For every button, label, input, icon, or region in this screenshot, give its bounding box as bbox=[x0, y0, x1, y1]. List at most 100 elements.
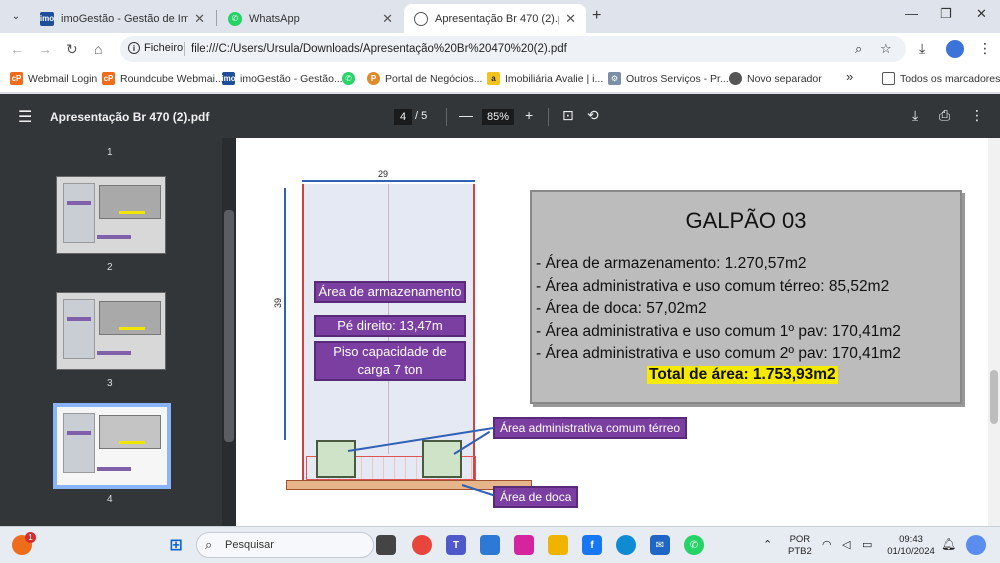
bookmark-star-icon[interactable]: ☆ bbox=[880, 41, 892, 57]
width-dimension-line bbox=[302, 180, 475, 182]
clock[interactable]: 09:43 01/10/2024 bbox=[884, 534, 938, 558]
globe-icon bbox=[729, 72, 742, 85]
minimize-button[interactable]: — bbox=[905, 6, 918, 21]
keyboard-label: PTB2 bbox=[788, 546, 812, 557]
page-number-input[interactable]: 4 bbox=[394, 109, 412, 125]
volume-icon[interactable]: ◁ bbox=[842, 539, 850, 551]
instagram-icon[interactable] bbox=[514, 535, 534, 555]
bookmark-portal[interactable]: P Portal de Negócios... bbox=[367, 72, 482, 85]
zoom-in-button[interactable]: + bbox=[525, 107, 533, 123]
copilot-icon[interactable] bbox=[966, 535, 986, 555]
snipping-tool-icon[interactable] bbox=[480, 535, 500, 555]
language-label: POR bbox=[789, 534, 811, 545]
bookmark-whatsapp[interactable]: ✆ bbox=[342, 72, 360, 85]
thumbnail-plan bbox=[63, 299, 95, 359]
site-info-button[interactable]: i Ficheiro bbox=[128, 42, 183, 54]
page-total: / 5 bbox=[415, 110, 428, 122]
more-menu-icon[interactable]: ⋮ bbox=[978, 40, 992, 57]
info-line: - Área de doca: 57,02m2 bbox=[536, 300, 707, 317]
taskbar-search[interactable]: ⌕ Pesquisar bbox=[196, 532, 374, 558]
address-bar[interactable]: i Ficheiro file:///C:/Users/Ursula/Downl… bbox=[120, 36, 906, 62]
notifications-bell-icon[interactable]: 🔔︎ bbox=[941, 538, 956, 550]
viewer-scrollbar-thumb[interactable] bbox=[990, 370, 998, 424]
thumbnail-label bbox=[97, 351, 131, 355]
tab-imogestao[interactable]: imo imoGestão - Gestão de Imobiliária ✕ bbox=[30, 4, 215, 33]
zoom-out-button[interactable]: — bbox=[459, 107, 473, 123]
url-text[interactable]: file:///C:/Users/Ursula/Downloads/Aprese… bbox=[191, 43, 567, 55]
close-icon[interactable]: ✕ bbox=[565, 11, 576, 27]
restore-button[interactable]: ❐ bbox=[940, 6, 952, 22]
edge-icon[interactable] bbox=[616, 535, 636, 555]
file-explorer-icon[interactable] bbox=[548, 535, 568, 555]
bookmarks-bar: cP Webmail Login cP Roundcube Webmai... … bbox=[0, 65, 1000, 93]
language-indicator[interactable]: POR PTB2 bbox=[788, 534, 812, 558]
tab-pdf[interactable]: Apresentação Br 470 (2).pdf ✕ bbox=[404, 4, 586, 33]
toolbar-divider bbox=[446, 108, 447, 126]
new-tab-button[interactable]: + bbox=[592, 7, 601, 25]
show-hidden-icons[interactable]: ⌃ bbox=[763, 539, 772, 551]
bookmark-novo-separador[interactable]: Novo separador bbox=[729, 72, 822, 85]
thumbnail-label bbox=[67, 431, 91, 435]
thumbnail-page-4[interactable] bbox=[53, 403, 171, 489]
bookmark-imogestao[interactable]: imo imoGestão - Gestão... bbox=[221, 72, 343, 85]
thumbnail-page-3[interactable] bbox=[56, 292, 166, 370]
thumbnail-sidebar: 1 2 3 4 bbox=[0, 138, 222, 526]
facebook-icon[interactable]: f bbox=[582, 535, 602, 555]
sidebar-scrollbar-thumb[interactable] bbox=[224, 210, 234, 442]
all-bookmarks-button[interactable]: Todos os marcadores bbox=[882, 72, 1000, 85]
zoom-level-input[interactable]: 85% bbox=[482, 109, 514, 125]
tab-title: WhatsApp bbox=[249, 12, 300, 25]
rotate-icon[interactable]: ⟲ bbox=[587, 107, 599, 124]
reload-button[interactable]: ↻ bbox=[66, 41, 78, 58]
pdf-more-icon[interactable]: ⋮ bbox=[970, 107, 984, 124]
viewer-scrollbar[interactable] bbox=[988, 138, 1000, 526]
thumbnail-label bbox=[97, 235, 131, 239]
bookmark-label: Outros Serviços - Pr... bbox=[626, 72, 729, 85]
download-icon[interactable]: ⤓ bbox=[912, 107, 918, 124]
back-button[interactable]: ← bbox=[10, 41, 24, 57]
whatsapp-icon[interactable]: ✆ bbox=[684, 535, 704, 555]
portal-icon: P bbox=[367, 72, 380, 85]
tab-whatsapp[interactable]: ✆ WhatsApp ✕ bbox=[218, 4, 403, 33]
pdf-menu-button[interactable]: ☰ bbox=[18, 107, 32, 127]
teams-icon[interactable]: T bbox=[446, 535, 466, 555]
bookmark-webmail[interactable]: cP Webmail Login bbox=[10, 72, 97, 85]
toolbar-divider bbox=[548, 108, 549, 126]
tab-search-button[interactable]: ⌄ bbox=[6, 6, 26, 26]
office-block-left bbox=[316, 440, 356, 478]
chrome-icon[interactable] bbox=[412, 535, 432, 555]
storage-area-label: Área de armazenamento bbox=[314, 281, 466, 303]
battery-icon[interactable]: ▭ bbox=[862, 539, 872, 551]
height-dimension-label: 39 bbox=[273, 297, 284, 309]
task-view-icon[interactable] bbox=[376, 535, 396, 555]
home-button[interactable]: ⌂ bbox=[94, 41, 102, 57]
whatsapp-icon: ✆ bbox=[228, 11, 242, 26]
downloads-icon[interactable]: ⤓ bbox=[919, 40, 925, 57]
windows-start-icon[interactable]: ⊞ bbox=[166, 535, 186, 555]
close-icon[interactable]: ✕ bbox=[194, 11, 205, 27]
info-lines: - Área de armazenamento: 1.270,57m2 - Ár… bbox=[536, 253, 901, 366]
services-icon: ⚙ bbox=[608, 72, 621, 85]
office-block-right bbox=[422, 440, 462, 478]
fit-page-icon[interactable]: ⊡ bbox=[562, 107, 574, 124]
time-label: 09:43 bbox=[899, 534, 923, 545]
thumbnail-page-2[interactable] bbox=[56, 176, 166, 254]
close-icon[interactable]: ✕ bbox=[382, 11, 393, 27]
print-icon[interactable]: ⎙ bbox=[939, 107, 950, 124]
tab-title: Apresentação Br 470 (2).pdf bbox=[435, 12, 559, 25]
bookmark-outros[interactable]: ⚙ Outros Serviços - Pr... bbox=[608, 72, 729, 85]
imogestao-icon: imo bbox=[40, 11, 54, 26]
window-close-button[interactable]: ✕ bbox=[976, 6, 987, 22]
bookmark-roundcube[interactable]: cP Roundcube Webmai... bbox=[102, 72, 224, 85]
forward-button[interactable]: → bbox=[38, 41, 52, 57]
pdf-toolbar: ☰ Apresentação Br 470 (2).pdf 4 / 5 — 85… bbox=[0, 94, 1000, 138]
zoom-icon[interactable]: ⌕ bbox=[855, 41, 862, 57]
profile-avatar[interactable] bbox=[946, 40, 964, 58]
bookmarks-overflow-button[interactable]: » bbox=[846, 69, 853, 84]
date-label: 01/10/2024 bbox=[887, 546, 935, 557]
imogestao-icon: imo bbox=[221, 72, 236, 85]
bookmark-avalie[interactable]: a Imobiliária Avalie | i... bbox=[487, 72, 603, 85]
mail-icon[interactable]: ✉ bbox=[650, 535, 670, 555]
thumbnail-label bbox=[67, 317, 91, 321]
wifi-icon[interactable]: ◠ bbox=[822, 539, 832, 551]
